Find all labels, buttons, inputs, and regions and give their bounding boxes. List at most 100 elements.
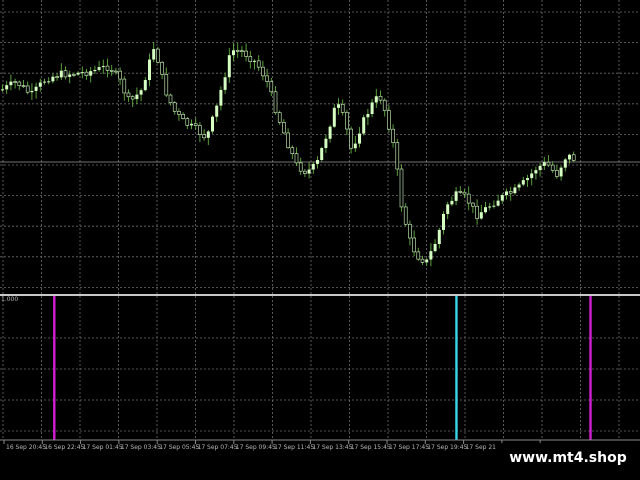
candle-body [114,70,118,73]
candle-body [139,90,143,95]
candle-body [130,96,135,100]
candle-body [181,114,185,119]
candle-body [68,74,72,77]
candle-body [248,56,253,62]
candle-body [538,165,542,171]
candle-body [172,102,177,112]
candle-body [546,161,551,166]
candle-body [471,202,475,207]
candle-body [273,91,278,114]
candle-body [433,243,437,252]
candle-body [177,111,181,115]
candle-body [416,251,421,260]
price-chart[interactable]: 1.000 16 Sep 20:4516 Sep 22:4517 Sep 01:… [0,0,640,480]
candle-body [492,205,496,207]
candle-body [370,102,374,114]
candle-body [265,75,269,82]
chart-window[interactable]: 1.000 16 Sep 20:45 16 Sep 22:45 17 Sep 01:… [0,0,640,480]
candle-body [9,81,13,86]
candle-body [235,50,240,52]
candle-body [253,60,256,62]
candle-body [374,96,378,103]
candle-body [408,223,412,239]
candle-body [5,85,9,90]
candle-body [403,206,408,225]
candle-body [43,81,46,83]
candle-body [160,61,164,75]
candle-body [526,178,529,181]
candle-body [378,95,383,101]
candle-body [30,90,34,93]
candle-body [152,49,156,60]
candle-body [148,59,151,81]
candle-body [290,147,295,154]
candle-body [332,107,336,127]
candle-body [97,67,101,70]
candle-body [223,77,227,90]
candle-body [568,154,571,160]
candle-body [571,154,576,161]
candle-body [143,80,147,91]
candle-body [294,153,299,164]
candle-body [109,70,114,72]
candle-body [446,204,450,214]
candle-body [387,110,391,130]
candle-body [269,81,274,93]
time-axis-label: 17 Sep 19:45 [427,444,467,451]
candle-body [298,162,303,172]
candle-body [496,200,500,206]
candle-body [185,118,190,126]
candle-body [437,229,441,244]
candle-body [320,148,324,161]
candle-body [1,89,4,91]
candle-body [17,81,22,86]
candle-body [542,162,546,166]
candle-body [563,159,567,168]
candle-body [466,193,471,204]
candle-body [555,170,559,177]
time-axis-label: 17 Sep 07:45 [198,444,238,451]
candle-body [337,104,340,108]
candle-body [508,191,513,194]
candle-body [345,112,349,130]
candle-body [256,60,261,68]
candle-body [122,78,127,94]
candle-body [51,76,55,82]
candle-body [484,207,487,213]
candle-body [425,259,429,263]
candle-body [38,82,42,87]
time-axis-label: 17 Sep 09:45 [236,444,276,451]
candle-body [349,128,353,149]
candle-body [277,112,282,123]
candle-body [395,142,400,170]
grid [0,0,640,440]
candle-body [232,50,235,56]
candle-body [462,191,467,195]
candle-body [118,70,122,80]
candle-body [219,89,223,106]
candle-body [105,65,110,71]
candle-body [193,123,198,126]
candle-body [382,99,387,111]
candle-body [72,74,76,76]
candle-body [156,48,160,63]
candle-body [488,206,492,208]
candle-body [198,125,202,135]
time-axis-label: 17 Sep 11:45 [274,444,314,451]
candle-body [55,76,59,78]
candle-body [215,105,219,117]
candle-body [307,169,311,174]
time-axis-label: 17 Sep 03:45 [121,444,161,451]
candle-body [559,167,563,177]
watermark-text: www.mt4.shop [496,443,640,473]
candle-body [391,128,395,143]
candle-body [429,251,433,260]
candle-body [362,117,366,134]
candle-body [500,195,504,201]
candle-body [93,69,97,72]
candle-body [84,71,89,76]
candle-body [340,103,345,113]
candle-body [135,94,139,100]
candles [1,41,576,267]
candle-body [202,134,206,139]
